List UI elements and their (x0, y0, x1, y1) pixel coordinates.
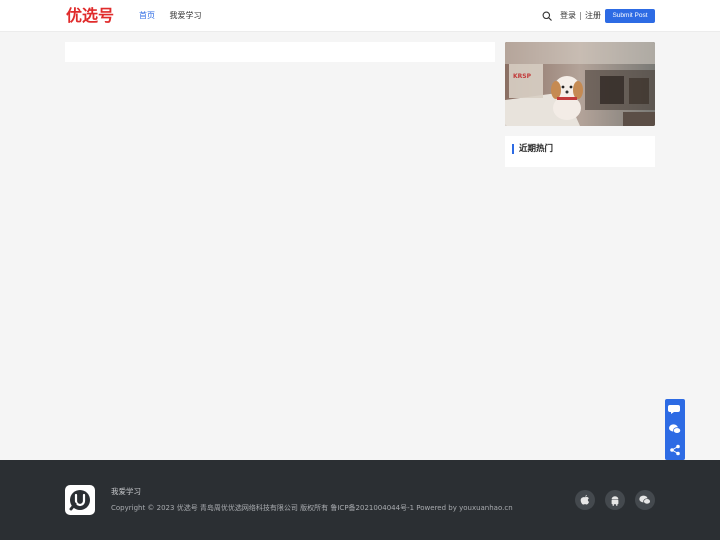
footer-logo[interactable] (65, 485, 95, 515)
share-icon[interactable] (665, 440, 685, 460)
nav-study[interactable]: 我爱学习 (170, 11, 202, 20)
submit-post-button[interactable]: Submit Post (605, 9, 655, 23)
sidebar-hot-widget: 近期热门 (505, 136, 655, 167)
site-logo[interactable]: 优选号 (66, 6, 114, 26)
wechat-glyph (639, 495, 651, 505)
register-link[interactable]: 注册 (585, 11, 601, 20)
main-nav: 首页 我爱学习 (139, 10, 214, 22)
content-card (65, 42, 495, 62)
footer-logo-mark (69, 490, 90, 511)
search-icon[interactable] (542, 11, 552, 21)
svg-text:KRSP: KRSP (513, 73, 532, 80)
footer-copyright: Copyright © 2023 优选号 青岛周优优选网络科技有限公司 版权所有… (111, 504, 513, 512)
sidebar-banner-image[interactable]: KRSP (505, 42, 655, 126)
banner-photo: KRSP (505, 42, 655, 126)
auth-links: 登录 注册 (560, 10, 601, 22)
login-link[interactable]: 登录 (560, 11, 576, 20)
apple-glyph (580, 494, 590, 505)
wechat-icon[interactable] (635, 490, 655, 510)
android-icon[interactable] (605, 490, 625, 510)
apple-icon[interactable] (575, 490, 595, 510)
nav-home[interactable]: 首页 (139, 11, 155, 20)
site-header: 优选号 首页 我爱学习 登录 注册 Submit Post (0, 0, 720, 32)
widget-accent-bar (512, 144, 514, 154)
chat-icon[interactable] (665, 399, 685, 419)
site-footer: 我爱学习 Copyright © 2023 优选号 青岛周优优选网络科技有限公司… (0, 460, 720, 540)
android-glyph (611, 496, 619, 506)
wechat-icon[interactable] (665, 419, 685, 439)
hot-widget-title: 近期热门 (519, 144, 554, 154)
footer-title[interactable]: 我爱学习 (111, 487, 141, 497)
floating-toolbar (665, 399, 685, 460)
auth-divider (580, 11, 581, 20)
